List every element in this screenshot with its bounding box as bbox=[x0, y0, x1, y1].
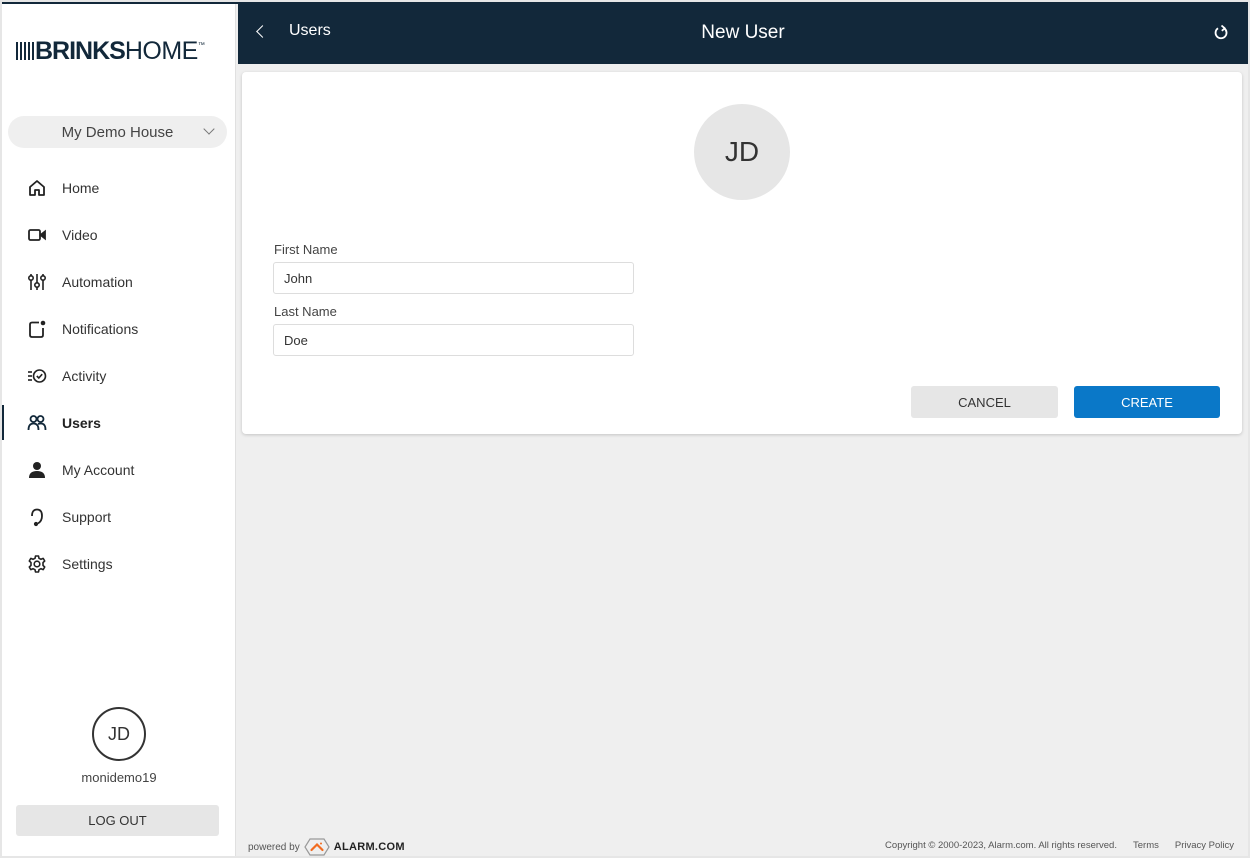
sidebar-item-activity[interactable]: Activity bbox=[2, 352, 236, 399]
cancel-button[interactable]: CANCEL bbox=[911, 386, 1058, 418]
activity-icon bbox=[26, 365, 48, 387]
notification-icon bbox=[26, 318, 48, 340]
sidebar-item-label: Video bbox=[62, 226, 98, 243]
first-name-input[interactable] bbox=[273, 262, 634, 294]
logo-brinks-text: BRINKS bbox=[35, 36, 126, 65]
powered-by: powered by ALARM.COM bbox=[248, 838, 405, 856]
sidebar-item-label: Users bbox=[62, 414, 101, 431]
home-icon bbox=[26, 177, 48, 199]
sidebar-item-label: Settings bbox=[62, 555, 113, 572]
page-title: New User bbox=[701, 22, 785, 43]
last-name-input[interactable] bbox=[273, 324, 634, 356]
sidebar-item-label: Home bbox=[62, 179, 100, 196]
sidebar-item-home[interactable]: Home bbox=[2, 164, 236, 211]
username: monidemo19 bbox=[81, 770, 157, 785]
alarm-com-logo-icon bbox=[303, 838, 330, 856]
powered-by-text: powered by bbox=[248, 841, 300, 853]
user-initials-avatar: JD bbox=[694, 104, 790, 200]
gear-icon bbox=[26, 553, 48, 575]
sidebar-item-label: Support bbox=[62, 508, 112, 525]
sliders-icon bbox=[26, 271, 48, 293]
sidebar-item-settings[interactable]: Settings bbox=[2, 540, 236, 587]
location-select-value: My Demo House bbox=[61, 123, 174, 141]
current-user: JD monidemo19 bbox=[2, 707, 236, 785]
create-button[interactable]: CREATE bbox=[1074, 386, 1220, 418]
terms-link[interactable]: Terms bbox=[1133, 840, 1159, 851]
user-avatar[interactable]: JD bbox=[92, 707, 146, 761]
logo-bars-icon bbox=[16, 42, 34, 60]
users-icon bbox=[26, 412, 48, 434]
headset-icon bbox=[26, 506, 48, 528]
sidebar-nav: Home Video Automation Notifications Acti… bbox=[2, 164, 236, 587]
sidebar-item-support[interactable]: Support bbox=[2, 493, 236, 540]
sidebar-item-label: Activity bbox=[62, 367, 107, 384]
sidebar-item-my-account[interactable]: My Account bbox=[2, 446, 236, 493]
copyright-text: Copyright © 2000-2023, Alarm.com. All ri… bbox=[885, 840, 1117, 851]
sidebar-item-label: Notifications bbox=[62, 320, 139, 337]
footer-links: Copyright © 2000-2023, Alarm.com. All ri… bbox=[885, 840, 1234, 851]
new-user-card: JD First Name Last Name CANCEL CREATE bbox=[242, 72, 1242, 434]
sidebar-item-video[interactable]: Video bbox=[2, 211, 236, 258]
top-bar: Users New User bbox=[238, 4, 1248, 64]
video-camera-icon bbox=[26, 224, 48, 246]
person-icon bbox=[26, 459, 48, 481]
sidebar: BRINKS HOME ™ My Demo House Home Video A… bbox=[2, 4, 236, 856]
sidebar-item-label: Automation bbox=[62, 273, 133, 290]
privacy-policy-link[interactable]: Privacy Policy bbox=[1175, 840, 1234, 851]
sidebar-item-users[interactable]: Users bbox=[2, 399, 236, 446]
location-select[interactable]: My Demo House bbox=[8, 116, 227, 148]
last-name-label: Last Name bbox=[274, 304, 337, 319]
alarm-com-brand: ALARM.COM bbox=[333, 841, 405, 853]
app-frame: BRINKS HOME ™ My Demo House Home Video A… bbox=[2, 2, 1248, 856]
logout-button[interactable]: LOG OUT bbox=[16, 805, 219, 836]
logo-trademark: ™ bbox=[197, 42, 205, 49]
sidebar-item-notifications[interactable]: Notifications bbox=[2, 305, 236, 352]
sidebar-item-automation[interactable]: Automation bbox=[2, 258, 236, 305]
logo-home-text: HOME bbox=[124, 36, 199, 65]
sidebar-item-label: My Account bbox=[62, 461, 135, 478]
chevron-down-icon bbox=[203, 123, 215, 135]
brinks-home-logo[interactable]: BRINKS HOME ™ bbox=[16, 36, 205, 65]
first-name-label: First Name bbox=[274, 242, 338, 257]
refresh-icon[interactable] bbox=[1212, 24, 1230, 42]
